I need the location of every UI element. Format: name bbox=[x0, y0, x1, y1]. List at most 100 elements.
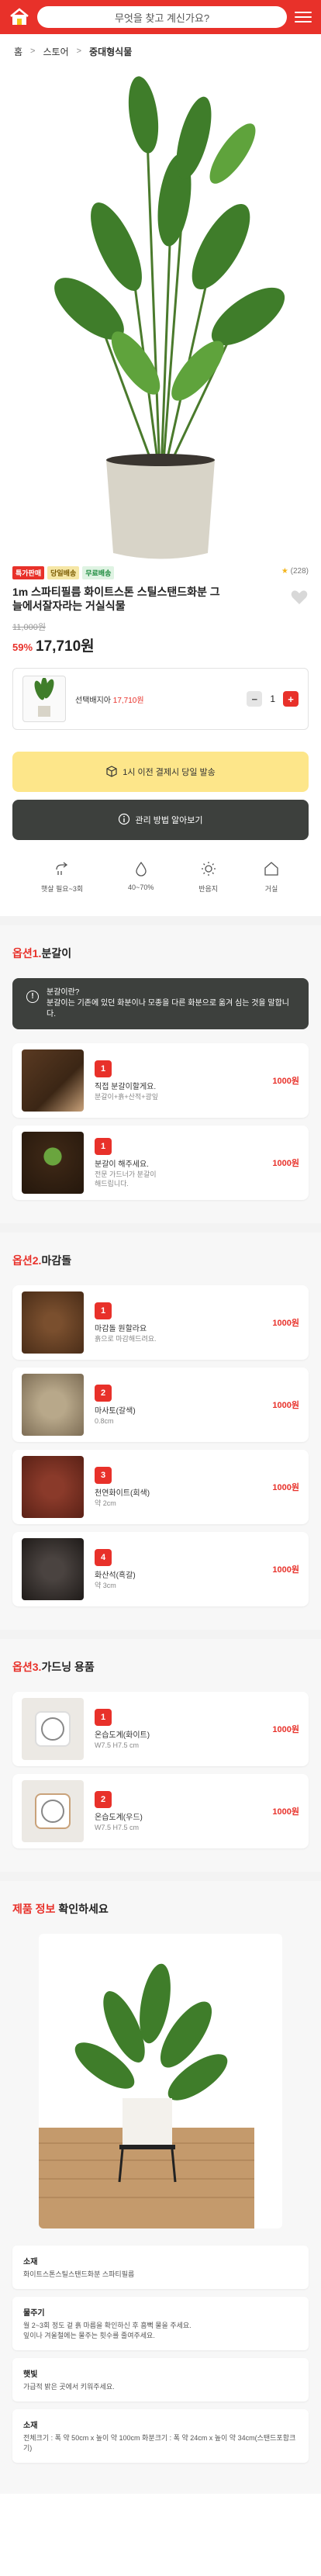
info-label: 소재 bbox=[23, 2422, 38, 2430]
breadcrumb-store[interactable]: 스토어 bbox=[43, 45, 68, 58]
option-body: 3 천연화이트(회색) 약 2cm bbox=[95, 1466, 261, 1508]
option-card[interactable]: 1 직접 분갈이할게요. 분갈이+흙+산적+광잎 1000원 bbox=[12, 1043, 309, 1118]
info-card-watering: 물주기 월 2~3회 정도 겉 흙 마름을 확인하신 후 흠뻑 물을 주세요. … bbox=[12, 2297, 309, 2350]
info-text: 화이트스톤스틸스탠드화분 스파티필름 bbox=[23, 2270, 135, 2278]
selected-name: 선택배지아 17,710원 bbox=[75, 693, 237, 705]
option-number: 1 bbox=[95, 1137, 112, 1155]
heart-icon[interactable] bbox=[290, 588, 309, 607]
option-name: 화산석(흑갈) bbox=[95, 1571, 136, 1580]
info-label: 소재 bbox=[23, 2258, 38, 2267]
option-price: 1000원 bbox=[272, 1077, 299, 1086]
badge-row: 특가판매 당일배송 무료배송 ★ (228) bbox=[0, 565, 321, 580]
info-text: 월 2~3회 정도 겉 흙 마름을 확인하신 후 흠뻑 물을 주세요. 잎이나 … bbox=[23, 2322, 192, 2339]
option-name: 마감돌 원할라요 bbox=[95, 1324, 147, 1333]
house-icon bbox=[263, 860, 280, 879]
option-number: 1 bbox=[95, 1302, 112, 1319]
care-label-1: 햇살 필요~3회 bbox=[40, 885, 84, 893]
product-main-image bbox=[0, 68, 321, 565]
breadcrumb: 홈 > 스토어 > 중대형식물 bbox=[0, 34, 321, 68]
option-section-repotting: 옵션1.분갈이 ! 분갈이란? 분갈이는 기존에 있던 화분이나 모종을 다른 … bbox=[0, 925, 321, 1223]
option-price: 1000원 bbox=[272, 1725, 299, 1734]
divider bbox=[0, 1630, 321, 1639]
option-card[interactable]: 2 온습도계(우드) W7.5 H7.5 cm 1000원 bbox=[12, 1774, 309, 1848]
section-title: 옵션3.가드닝 용품 bbox=[12, 1659, 309, 1675]
option-card[interactable]: 4 화산석(흑갈) 약 3cm 1000원 bbox=[12, 1532, 309, 1606]
thermometer-image bbox=[22, 1698, 84, 1760]
option-number: 1 bbox=[95, 1708, 112, 1726]
quantity-stepper: − 1 + bbox=[247, 691, 299, 707]
same-day-delivery-button[interactable]: 1시 이전 결제시 당일 발송 bbox=[12, 752, 309, 792]
care-guide-button[interactable]: 관리 방법 알아보기 bbox=[12, 800, 309, 840]
info-text: 전체크기 : 폭 약 50cm x 높이 약 100cm 화분크기 : 폭 약 … bbox=[23, 2434, 296, 2452]
minus-button[interactable]: − bbox=[247, 691, 263, 707]
plus-button[interactable]: + bbox=[283, 691, 299, 707]
thermometer-image bbox=[22, 1780, 84, 1842]
house-logo-icon[interactable] bbox=[9, 7, 29, 27]
option-card[interactable]: 2 마사토(갈색) 0.8cm 1000원 bbox=[12, 1368, 309, 1442]
option-card[interactable]: 1 마감돌 원할라요 흙으로 마감해드려요. 1000원 bbox=[12, 1285, 309, 1360]
divider bbox=[0, 1223, 321, 1233]
info-text: 가급적 밝은 곳에서 키워주세요. bbox=[23, 2383, 115, 2391]
rating[interactable]: ★ (228) bbox=[281, 567, 309, 576]
hygrometer-icon bbox=[35, 1793, 71, 1829]
gravel-image bbox=[22, 1374, 84, 1436]
option-body: 1 분갈이 해주세요. 전문 가드너가 분갈이 해드립니다. bbox=[95, 1137, 261, 1188]
top-header: 무엇을 찾고 계신가요? bbox=[0, 0, 321, 34]
section-title-text: 분갈이 bbox=[41, 947, 72, 960]
info-card-size: 소재 전체크기 : 폭 약 50cm x 높이 약 100cm 화분크기 : 폭… bbox=[12, 2409, 309, 2463]
option-number: 2 bbox=[95, 1790, 112, 1808]
selected-thumbnail bbox=[22, 676, 66, 722]
badge-free-shipping: 무료배송 bbox=[82, 565, 115, 579]
option-card[interactable]: 3 천연화이트(회색) 약 2cm 1000원 bbox=[12, 1450, 309, 1524]
info-card-light: 햇빛 가급적 밝은 곳에서 키워주세요. bbox=[12, 2358, 309, 2401]
selected-name-text: 선택배지아 bbox=[75, 696, 111, 705]
red-stone-image bbox=[22, 1456, 84, 1518]
option-card[interactable]: 1 온습도계(화이트) W7.5 H7.5 cm 1000원 bbox=[12, 1692, 309, 1766]
quantity-value: 1 bbox=[270, 693, 275, 704]
star-icon: ★ bbox=[281, 567, 288, 576]
section-title-prefix: 옵션3. bbox=[12, 1661, 42, 1673]
exclamation-icon: ! bbox=[26, 991, 39, 1003]
option-desc: 분갈이+흙+산적+광잎 bbox=[95, 1092, 159, 1101]
option-name: 천연화이트(회색) bbox=[95, 1489, 150, 1498]
option-number: 1 bbox=[95, 1060, 112, 1077]
sale-price: 17,710원 bbox=[36, 638, 95, 655]
option-number: 4 bbox=[95, 1548, 112, 1566]
option-name: 마사토(갈색) bbox=[95, 1406, 136, 1416]
rating-count: (228) bbox=[290, 567, 309, 576]
option-desc: 흙으로 마감해드려요. bbox=[95, 1334, 157, 1343]
option-body: 1 온습도계(화이트) W7.5 H7.5 cm bbox=[95, 1708, 261, 1750]
info-card-material: 소재 화이트스톤스틸스탠드화분 스파티필름 bbox=[12, 2246, 309, 2289]
search-input[interactable]: 무엇을 찾고 계신가요? bbox=[37, 6, 287, 28]
badge-same-day: 당일배송 bbox=[47, 565, 80, 579]
hygrometer-icon bbox=[35, 1711, 71, 1747]
option-body: 2 온습도계(우드) W7.5 H7.5 cm bbox=[95, 1790, 261, 1832]
option-price: 1000원 bbox=[272, 1401, 299, 1410]
option-price: 1000원 bbox=[272, 1483, 299, 1492]
option-name: 온습도계(화이트) bbox=[95, 1731, 150, 1740]
option-price: 1000원 bbox=[272, 1807, 299, 1817]
lava-stone-image bbox=[22, 1538, 84, 1600]
divider bbox=[0, 1872, 321, 1881]
option-name: 직접 분갈이할게요. bbox=[95, 1082, 157, 1091]
hamburger-menu-icon[interactable] bbox=[295, 12, 312, 22]
option-desc: 약 3cm bbox=[95, 1581, 116, 1589]
option-card[interactable]: 1 분갈이 해주세요. 전문 가드너가 분갈이 해드립니다. 1000원 bbox=[12, 1125, 309, 1200]
care-item-humidity: 40~70% bbox=[128, 860, 154, 916]
chevron-right-icon: > bbox=[76, 47, 82, 56]
option-price: 1000원 bbox=[272, 1565, 299, 1575]
droplet-icon bbox=[133, 860, 150, 879]
info-icon bbox=[118, 813, 130, 828]
breadcrumb-current: 중대형식물 bbox=[89, 46, 133, 57]
section-title-prefix: 제품 정보 bbox=[12, 1903, 56, 1915]
discount-rate: 59% bbox=[12, 641, 33, 653]
option-name: 분갈이 해주세요. bbox=[95, 1160, 149, 1169]
option-number: 3 bbox=[95, 1466, 112, 1484]
breadcrumb-home[interactable]: 홈 bbox=[14, 45, 22, 58]
notice-text: 분갈이란? 분갈이는 기존에 있던 화분이나 모종을 다른 화분으로 옮겨 심는… bbox=[47, 988, 289, 1018]
product-info-section: 제품 정보 확인하세요 소재 화이트스톤스틸스탠드화분 스파티필름 물주기 월 … bbox=[0, 1881, 321, 2494]
care-item-light: 반음지 bbox=[198, 860, 218, 916]
section-title: 옵션2.마감돌 bbox=[12, 1253, 309, 1268]
product-info-image bbox=[39, 1934, 282, 2228]
option-section-topping-stone: 옵션2.마감돌 1 마감돌 원할라요 흙으로 마감해드려요. 1000원 2 마… bbox=[0, 1233, 321, 1630]
